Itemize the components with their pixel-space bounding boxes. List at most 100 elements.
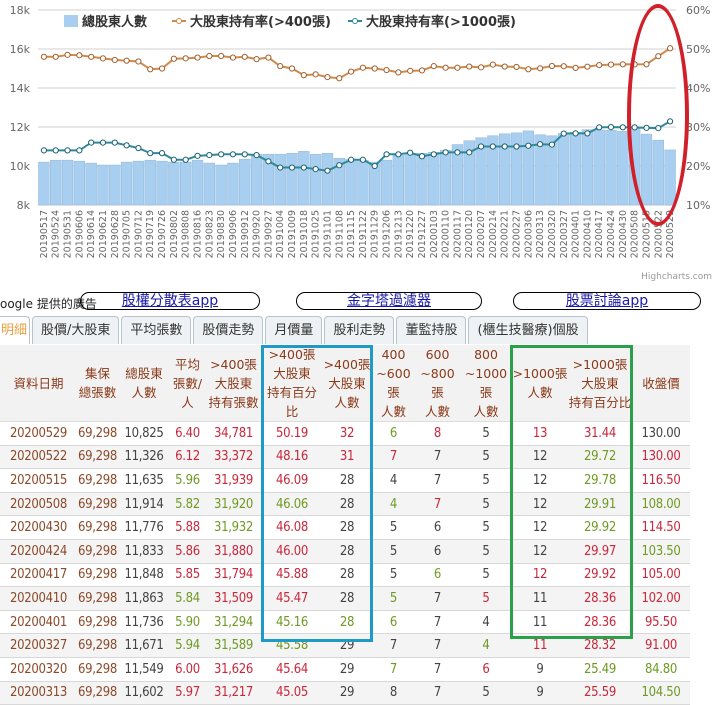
table-cell: 5 bbox=[372, 539, 415, 564]
table-cell: 69,298 bbox=[77, 586, 118, 611]
table-cell: 5.82 bbox=[170, 492, 205, 517]
table-cell: 11,833 bbox=[118, 539, 170, 564]
series-point bbox=[501, 143, 508, 150]
series-point bbox=[218, 52, 225, 60]
table-cell: 31.44 bbox=[568, 421, 632, 446]
table-cell: 28 bbox=[322, 515, 372, 540]
table-cell: 5 bbox=[460, 563, 512, 588]
tab-average-lots[interactable]: 平均張數 bbox=[121, 316, 192, 344]
legend-swatch-bars bbox=[64, 15, 78, 27]
series-point bbox=[147, 150, 154, 157]
table-cell: 95.50 bbox=[632, 610, 690, 635]
series-point bbox=[347, 68, 355, 75]
table-cell: 11 bbox=[512, 610, 568, 635]
series-point bbox=[643, 124, 650, 131]
table-cell: 29.92 bbox=[568, 563, 632, 588]
table-cell: 114.50 bbox=[632, 515, 690, 540]
table-row: 20200327 69,298 11,671 5.94 31,589 45.58 29 7 7 4… bbox=[0, 633, 690, 658]
series-point bbox=[265, 158, 272, 165]
x-tick: 20191122 bbox=[358, 210, 369, 258]
table-cell: 130.00 bbox=[632, 421, 690, 446]
legend-item[interactable]: 大股東持有率(>400張) bbox=[190, 14, 331, 30]
series-point bbox=[64, 147, 71, 154]
legend-item[interactable]: 大股東持有率(>1000張) bbox=[366, 14, 516, 30]
table-cell: 4 bbox=[460, 633, 512, 658]
column-header-line: ~1000張 bbox=[464, 366, 508, 400]
ad-link-pyramid-filter[interactable]: 金字塔過濾器 bbox=[296, 292, 482, 310]
table-cell: 13 bbox=[512, 421, 568, 446]
table-cell: 12 bbox=[512, 515, 568, 540]
table-row: 20200410 69,298 11,863 5.84 31,509 45.47 28 5 7 5… bbox=[0, 586, 690, 611]
ad-link-stock-forum-app[interactable]: 股票討論app bbox=[513, 292, 701, 310]
table-cell: 46.08 bbox=[262, 515, 322, 540]
bar-total-holders bbox=[605, 130, 617, 206]
table-cell: 6.12 bbox=[170, 445, 205, 470]
series-point bbox=[572, 130, 579, 137]
series-point bbox=[537, 65, 544, 72]
column-header: 資料日期 bbox=[0, 345, 77, 422]
x-tick: 20200522 bbox=[653, 210, 664, 258]
series-point bbox=[135, 58, 142, 65]
table-cell: 11 bbox=[512, 633, 568, 658]
x-tick: 20190719 bbox=[145, 210, 156, 258]
table-cell: 8 bbox=[372, 681, 415, 705]
table-cell: 5.96 bbox=[170, 468, 205, 493]
table-cell: 11,602 bbox=[118, 681, 170, 705]
bar-total-holders bbox=[640, 133, 653, 206]
table-cell: 45.47 bbox=[262, 586, 322, 611]
x-tick: 20191206 bbox=[382, 210, 393, 258]
tab-price-major-holders[interactable]: 股價/大股東 bbox=[32, 316, 120, 344]
chart-credit[interactable]: Highcharts.com bbox=[641, 272, 712, 282]
table-cell: 9 bbox=[512, 681, 568, 705]
legend-item[interactable]: 總股東人數 bbox=[82, 14, 147, 30]
table-cell: 11,671 bbox=[118, 633, 170, 658]
bar-total-holders bbox=[274, 154, 286, 206]
bar-total-holders bbox=[357, 159, 369, 206]
tab-detail[interactable]: 明細 bbox=[0, 316, 30, 344]
tab-sector-stocks[interactable]: (櫃生技醫療)個股 bbox=[468, 316, 588, 344]
table-cell: 5.84 bbox=[170, 586, 205, 611]
table-cell: 11,549 bbox=[118, 657, 170, 682]
series-point bbox=[147, 66, 154, 73]
tab-director-holdings[interactable]: 董監持股 bbox=[396, 316, 467, 344]
series-point bbox=[76, 147, 83, 154]
table-cell: 5.90 bbox=[170, 610, 205, 635]
table-cell: 29.97 bbox=[568, 539, 632, 564]
tab-monthly-volume[interactable]: 月價量 bbox=[265, 316, 323, 344]
series-point bbox=[182, 156, 189, 163]
table-cell: 105.00 bbox=[632, 563, 690, 588]
bar-total-holders bbox=[581, 129, 594, 206]
column-header-line: 持有百分比 bbox=[266, 385, 317, 419]
table-cell: 31,794 bbox=[205, 563, 262, 588]
bar-total-holders bbox=[73, 160, 86, 206]
tab-dividend-trend[interactable]: 股利走勢 bbox=[324, 316, 395, 344]
table-cell: 5 bbox=[460, 445, 512, 470]
table-cell: 20200410 bbox=[0, 586, 77, 611]
column-header-line: 人數 bbox=[473, 404, 499, 419]
table-cell: 7 bbox=[415, 468, 460, 493]
table-row: 20200522 69,298 11,326 6.12 33,372 48.16 31 7 7 5… bbox=[0, 445, 690, 470]
table-cell: 25.59 bbox=[568, 681, 632, 705]
table-cell: 5 bbox=[460, 681, 512, 705]
ad-link-distribution-app[interactable]: 股權分散表app bbox=[80, 292, 260, 310]
table-cell: 46.00 bbox=[262, 539, 322, 564]
table-cell: 7 bbox=[372, 633, 415, 658]
x-tick: 20200410 bbox=[582, 210, 593, 258]
series-point bbox=[525, 142, 532, 149]
bar-total-holders bbox=[38, 161, 50, 206]
table-cell: 20200529 bbox=[0, 421, 77, 446]
bar-total-holders bbox=[109, 164, 121, 206]
column-header-line: >1000張 bbox=[572, 356, 628, 372]
bar-total-holders bbox=[321, 153, 334, 206]
y-left-tick: 14k bbox=[10, 82, 31, 95]
series-point bbox=[442, 149, 449, 156]
table-cell: 5.88 bbox=[170, 515, 205, 540]
tab-price-trend[interactable]: 股價走勢 bbox=[193, 316, 264, 344]
column-header: 800 ~1000張 人數 bbox=[460, 345, 512, 422]
series-point bbox=[454, 64, 461, 71]
column-header-line: 持有張數 bbox=[208, 394, 259, 410]
column-header-line: ~600張 bbox=[376, 366, 411, 400]
table-cell: 6 bbox=[415, 515, 460, 540]
table-cell: 28.36 bbox=[568, 586, 632, 611]
bar-total-holders bbox=[392, 155, 405, 206]
